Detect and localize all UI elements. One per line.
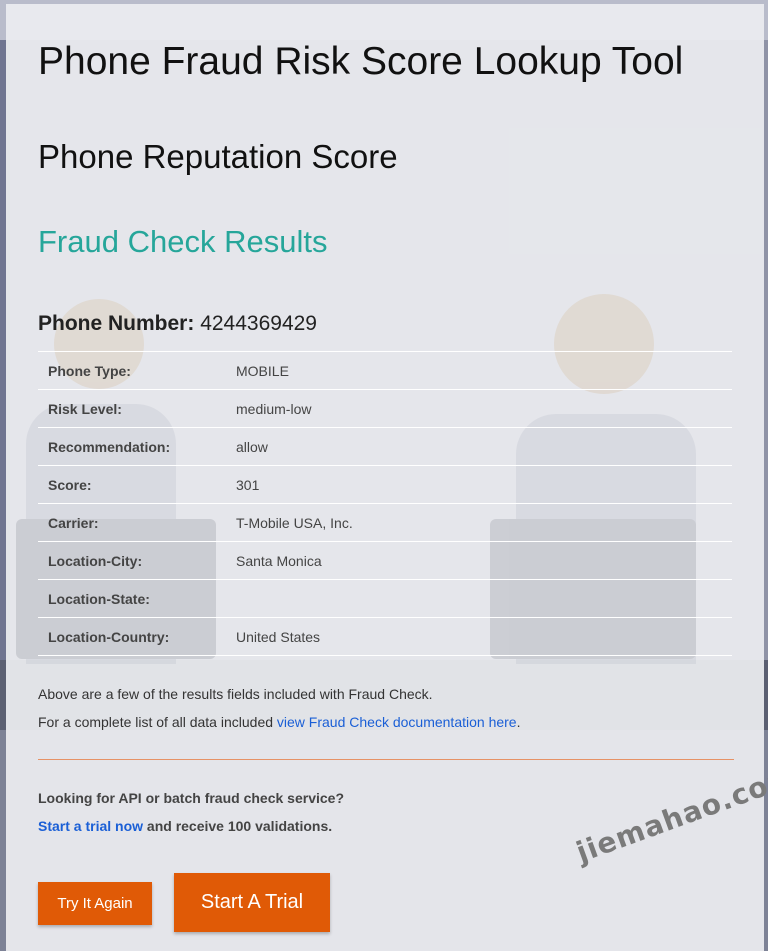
watermark-text: jiemahao.com <box>572 758 768 870</box>
documentation-note-prefix: For a complete list of all data included <box>38 714 277 730</box>
result-key: Location-Country: <box>48 628 170 645</box>
result-value: 301 <box>236 476 260 493</box>
result-row: Location-City: Santa Monica <box>38 541 732 580</box>
phone-number-value: 4244369429 <box>200 312 317 335</box>
result-key: Score: <box>48 476 92 493</box>
trial-offer: Start a trial now and receive 100 valida… <box>38 818 332 834</box>
start-trial-button[interactable]: Start A Trial <box>174 873 330 932</box>
result-key: Phone Type: <box>48 362 131 379</box>
result-value: Santa Monica <box>236 552 322 569</box>
result-key: Location-State: <box>48 590 150 607</box>
result-row: Recommendation: allow <box>38 427 732 466</box>
result-value: medium-low <box>236 400 312 417</box>
section-divider <box>38 759 734 760</box>
page-subtitle: Phone Reputation Score <box>38 138 398 175</box>
result-key: Risk Level: <box>48 400 122 417</box>
result-row: Location-Country: United States <box>38 617 732 656</box>
result-key: Carrier: <box>48 514 99 531</box>
result-value: United States <box>236 628 321 645</box>
result-row: Location-State: <box>38 579 732 618</box>
phone-number-label: Phone Number: <box>38 312 195 335</box>
result-row: Carrier: T-Mobile USA, Inc. <box>38 503 732 542</box>
start-trial-link[interactable]: Start a trial now <box>38 818 143 834</box>
result-key: Location-City: <box>48 552 143 569</box>
result-row: Score: 301 <box>38 465 732 504</box>
result-key: Recommendation: <box>48 438 171 455</box>
result-value: MOBILE <box>236 362 289 379</box>
trial-offer-suffix: and receive 100 validations. <box>143 818 333 834</box>
documentation-link[interactable]: view Fraud Check documentation here <box>277 714 517 730</box>
try-again-button[interactable]: Try It Again <box>38 882 152 925</box>
phone-number-line: Phone Number: 4244369429 <box>38 311 317 337</box>
result-value: T-Mobile USA, Inc. <box>236 514 353 531</box>
result-row: Risk Level: medium-low <box>38 389 732 428</box>
api-question: Looking for API or batch fraud check ser… <box>38 790 344 806</box>
result-value <box>226 580 732 618</box>
results-heading: Fraud Check Results <box>38 224 328 259</box>
results-table: Phone Type: MOBILE Risk Level: medium-low Re… <box>38 351 732 656</box>
result-value: allow <box>236 438 268 455</box>
page-title: Phone Fraud Risk Score Lookup Tool <box>38 40 684 83</box>
results-note: Above are a few of the results fields in… <box>38 686 433 702</box>
documentation-note-suffix: . <box>516 714 521 730</box>
result-row: Phone Type: MOBILE <box>38 351 732 390</box>
main-card: Phone Fraud Risk Score Lookup Tool Phone… <box>6 4 768 951</box>
documentation-note: For a complete list of all data included… <box>38 714 520 730</box>
